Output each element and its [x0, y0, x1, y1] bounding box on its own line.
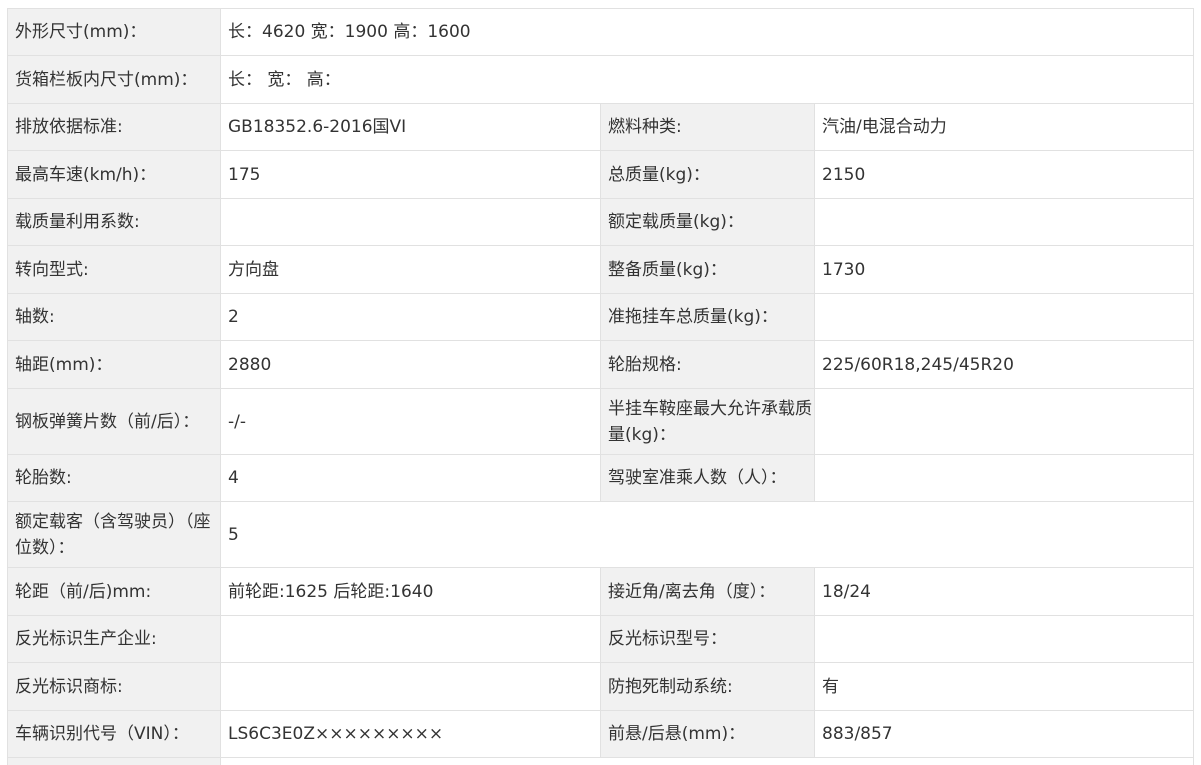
rated-load-label: 额定载质量(kg)： — [600, 198, 815, 246]
leaf-spring-label: 钢板弹簧片数（前/后）： — [7, 388, 221, 455]
angle-value: 18/24 — [813, 567, 1195, 616]
table-row: 排放依据标准: GB18352.6-2016国VI 燃料种类: 汽油/电混合动力 — [7, 103, 1195, 151]
trailer-mass-label: 准拖挂车总质量(kg)： — [600, 293, 815, 341]
table-row: 转向型式: 方向盘 整备质量(kg)： 1730 — [7, 245, 1195, 294]
fuel-value: 汽油/电混合动力 — [813, 103, 1195, 151]
table-row: 货箱栏板内尺寸(mm)： 长： 宽： 高： — [7, 55, 1195, 104]
vin-value: LS6C3E0Z××××××××× — [220, 710, 601, 758]
table-row: 轮胎数: 4 驾驶室准乘人数（人）： — [7, 454, 1195, 502]
axles-label: 轴数: — [7, 293, 221, 341]
outer-size-label: 外形尺寸(mm)： — [7, 8, 221, 56]
cargo-size-label: 货箱栏板内尺寸(mm)： — [7, 55, 221, 104]
table-row: 反光标识生产企业: 反光标识型号： — [7, 615, 1195, 663]
wheelbase-label: 轴距(mm)： — [7, 340, 221, 389]
abs-value: 有 — [813, 662, 1195, 711]
abs-label: 防抱死制动系统: — [600, 662, 815, 711]
reflector-maker-value — [220, 615, 601, 663]
reflector-maker-label: 反光标识生产企业: — [7, 615, 221, 663]
table-row: 载质量利用系数: 额定载质量(kg)： — [7, 198, 1195, 246]
table-row: 钢板弹簧片数（前/后）： -/- 半挂车鞍座最大允许承载质量(kg)： — [7, 388, 1195, 455]
track-value: 前轮距:1625 后轮距:1640 — [220, 567, 601, 616]
table-row: 轮距（前/后)mm: 前轮距:1625 后轮距:1640 接近角/离去角（度）：… — [7, 567, 1195, 616]
tire-count-value: 4 — [220, 454, 601, 502]
emission-value: GB18352.6-2016国VI — [220, 103, 601, 151]
passengers-label: 额定载客（含驾驶员）（座位数）： — [7, 501, 221, 568]
vin-label: 车辆识别代号（VIN）： — [7, 710, 221, 758]
reflector-brand-label: 反光标识商标: — [7, 662, 221, 711]
total-mass-label: 总质量(kg)： — [600, 150, 815, 199]
axles-value: 2 — [220, 293, 601, 341]
vehicle-spec-table: 外形尺寸(mm)： 长：4620 宽：1900 高：1600 货箱栏板内尺寸(m… — [7, 8, 1195, 765]
table-row — [7, 757, 1195, 765]
cab-passengers-value — [813, 454, 1195, 502]
load-factor-value — [220, 198, 601, 246]
steering-label: 转向型式: — [7, 245, 221, 294]
leaf-spring-value: -/- — [220, 388, 601, 455]
saddle-load-label: 半挂车鞍座最大允许承载质量(kg)： — [600, 388, 815, 455]
steering-value: 方向盘 — [220, 245, 601, 294]
cab-passengers-label: 驾驶室准乘人数（人）： — [600, 454, 815, 502]
curb-mass-value: 1730 — [813, 245, 1195, 294]
reflector-brand-value — [220, 662, 601, 711]
track-label: 轮距（前/后)mm: — [7, 567, 221, 616]
curb-mass-label: 整备质量(kg)： — [600, 245, 815, 294]
load-factor-label: 载质量利用系数: — [7, 198, 221, 246]
table-row: 车辆识别代号（VIN）： LS6C3E0Z××××××××× 前悬/后悬(mm)… — [7, 710, 1195, 758]
max-speed-label: 最高车速(km/h)： — [7, 150, 221, 199]
saddle-load-value — [813, 388, 1195, 455]
vehicle-spec-page: 外形尺寸(mm)： 长：4620 宽：1900 高：1600 货箱栏板内尺寸(m… — [0, 0, 1201, 765]
table-row: 轴数: 2 准拖挂车总质量(kg)： — [7, 293, 1195, 341]
overhang-label: 前悬/后悬(mm)： — [600, 710, 815, 758]
table-row: 额定载客（含驾驶员）（座位数）： 5 — [7, 501, 1195, 568]
reflector-model-label: 反光标识型号： — [600, 615, 815, 663]
tire-spec-value: 225/60R18,245/45R20 — [813, 340, 1195, 389]
next-row-value — [219, 757, 1195, 765]
outer-size-value: 长：4620 宽：1900 高：1600 — [219, 8, 1195, 56]
max-speed-value: 175 — [220, 150, 601, 199]
rated-load-value — [813, 198, 1195, 246]
fuel-label: 燃料种类: — [600, 103, 815, 151]
table-row: 最高车速(km/h)： 175 总质量(kg)： 2150 — [7, 150, 1195, 199]
reflector-model-value — [813, 615, 1195, 663]
trailer-mass-value — [813, 293, 1195, 341]
total-mass-value: 2150 — [813, 150, 1195, 199]
overhang-value: 883/857 — [813, 710, 1195, 758]
wheelbase-value: 2880 — [220, 340, 601, 389]
passengers-value: 5 — [219, 501, 1195, 568]
emission-label: 排放依据标准: — [7, 103, 221, 151]
table-row: 反光标识商标: 防抱死制动系统: 有 — [7, 662, 1195, 711]
tire-spec-label: 轮胎规格: — [600, 340, 815, 389]
next-row-label — [7, 757, 221, 765]
cargo-size-value: 长： 宽： 高： — [219, 55, 1195, 104]
table-row: 外形尺寸(mm)： 长：4620 宽：1900 高：1600 — [7, 8, 1195, 56]
table-row: 轴距(mm)： 2880 轮胎规格: 225/60R18,245/45R20 — [7, 340, 1195, 389]
angle-label: 接近角/离去角（度）： — [600, 567, 815, 616]
tire-count-label: 轮胎数: — [7, 454, 221, 502]
